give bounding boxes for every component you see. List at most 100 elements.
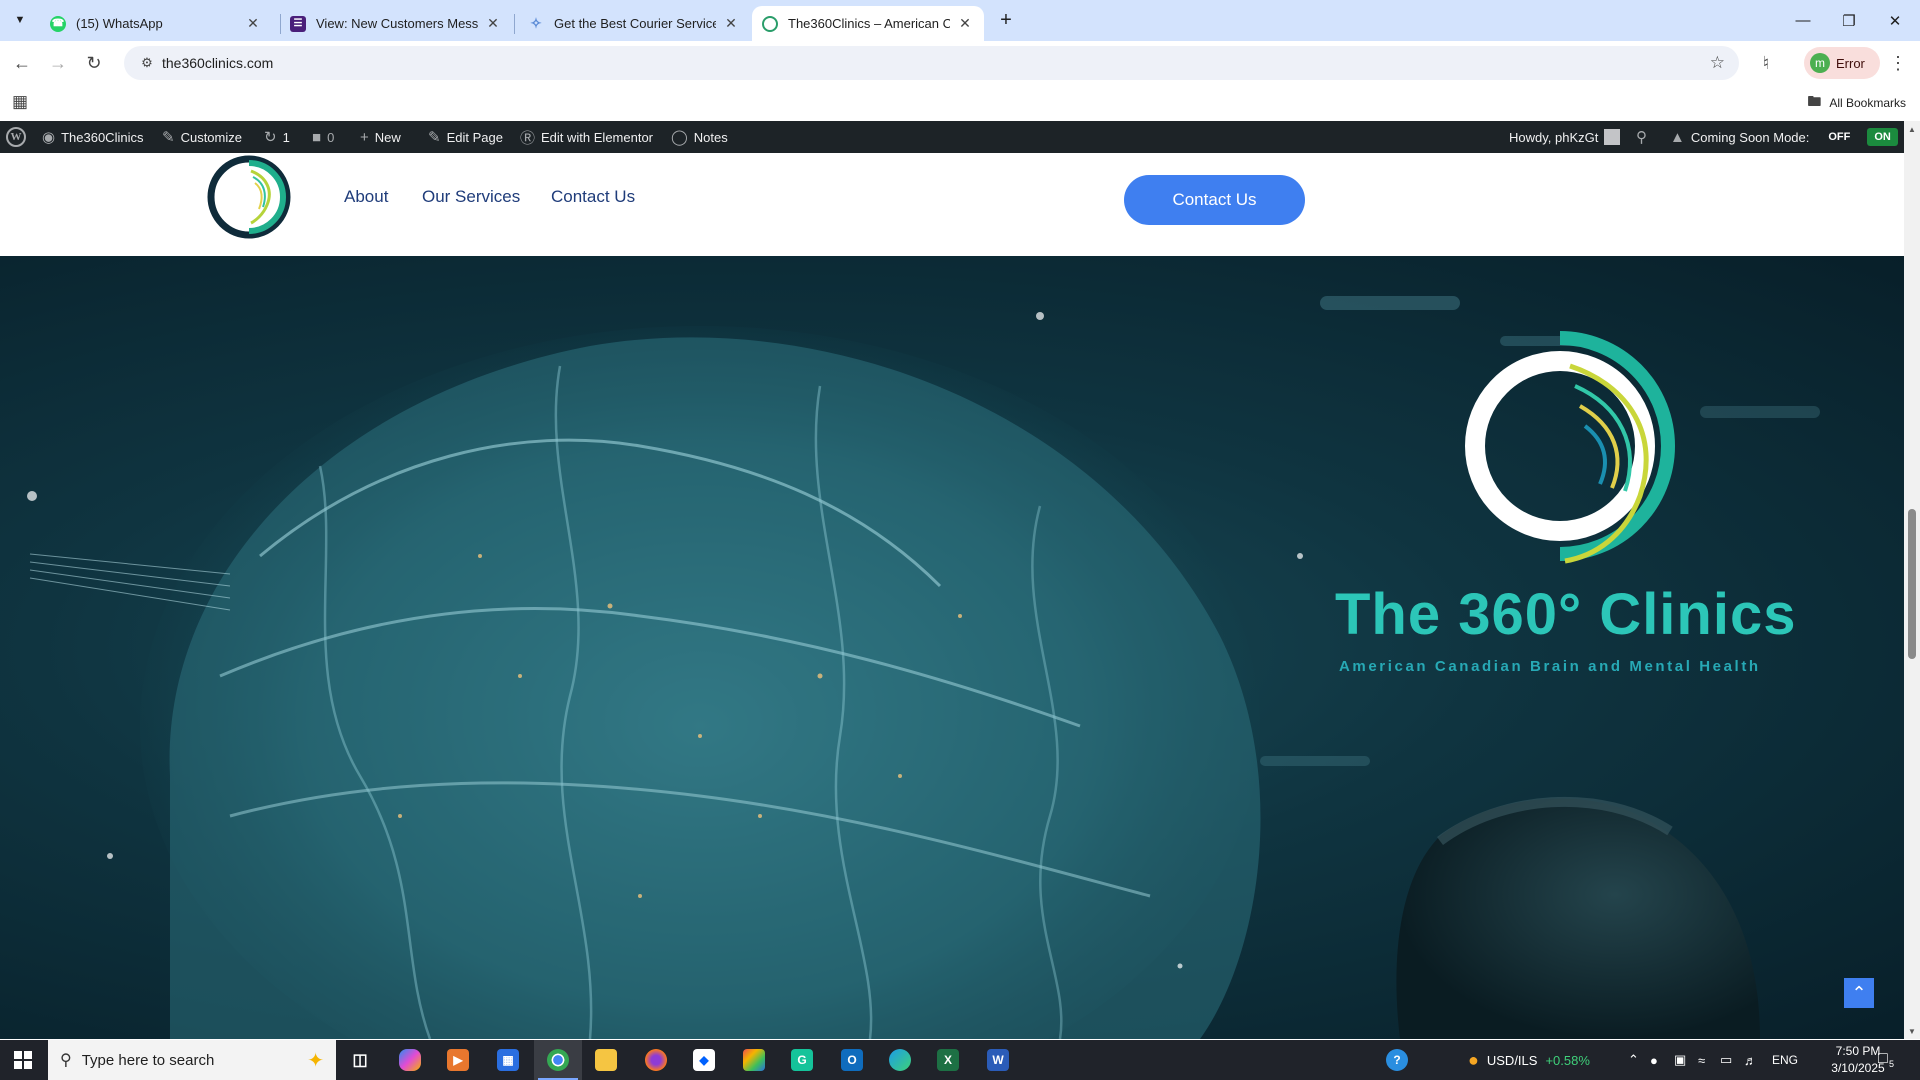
meet-now-icon[interactable]: ▣ (1674, 1040, 1686, 1080)
taskbar-grammarly[interactable]: G (778, 1040, 826, 1080)
forward-arrow-icon[interactable]: → (44, 49, 72, 77)
language-indicator[interactable]: ENG (1772, 1040, 1798, 1080)
volume-icon[interactable]: ♬ (1744, 1040, 1757, 1080)
wp-customize-link[interactable]: ✎ Customize (162, 121, 242, 153)
bookmark-star-icon[interactable]: ☆ (1710, 53, 1725, 73)
taskbar-photos[interactable] (730, 1040, 778, 1080)
wp-updates-link[interactable]: ↻ 1 (264, 121, 290, 153)
extensions-puzzle-icon[interactable]: ♮ (1752, 49, 1780, 77)
wp-admin-bar: W ◉ The360Clinics ✎ Customize ↻ 1 ■ 0 + … (0, 121, 1904, 153)
chrome-icon (547, 1049, 569, 1071)
tab-whatsapp[interactable]: ☎ (15) WhatsApp ✕ (40, 6, 272, 41)
plus-icon: + (360, 128, 369, 146)
coming-soon-on[interactable]: ON (1867, 128, 1898, 146)
task-view-button[interactable]: ◫ (336, 1040, 384, 1080)
currency-ticker-widget[interactable]: ● USD/ILS +0.58% (1468, 1040, 1590, 1080)
wp-site-name-link[interactable]: ◉ The360Clinics (42, 121, 143, 153)
apps-grid-icon[interactable]: ▦ (12, 92, 30, 111)
close-tab-icon[interactable]: ✕ (484, 15, 502, 33)
the360clinics-favicon (762, 15, 778, 32)
close-tab-icon[interactable]: ✕ (956, 15, 974, 33)
taskbar-media-player[interactable]: ▶ (434, 1040, 482, 1080)
wifi-icon[interactable]: ≈ (1698, 1040, 1705, 1080)
wp-logo-button[interactable]: W (6, 121, 26, 153)
scroll-down-arrow-icon[interactable]: ▼ (1904, 1023, 1920, 1039)
minimize-icon[interactable]: — (1780, 0, 1826, 41)
notification-center-button[interactable]: □ 5 (1878, 1050, 1894, 1069)
nav-our-services[interactable]: Our Services (422, 187, 520, 207)
restore-icon[interactable]: ❐ (1826, 0, 1872, 41)
coming-soon-toggle[interactable]: ▲ Coming Soon Mode: OFF ON (1670, 121, 1898, 153)
dashboard-gauge-icon: ◉ (42, 129, 56, 146)
taskbar-word[interactable]: W (974, 1040, 1022, 1080)
pencil-icon: ✎ (428, 129, 441, 146)
reload-icon[interactable]: ↻ (80, 49, 108, 77)
tab-customers-message[interactable]: ☰ View: New Customers Message ✕ (280, 6, 512, 41)
taskbar-outlook[interactable]: O (828, 1040, 876, 1080)
wp-search-button[interactable]: ⚲ (1636, 121, 1647, 153)
wp-edit-elementor-link[interactable]: Ⓡ Edit with Elementor (520, 121, 653, 153)
taskbar-chrome[interactable] (534, 1040, 582, 1080)
close-tab-icon[interactable]: ✕ (722, 15, 740, 33)
taskbar-edge[interactable] (876, 1040, 924, 1080)
taskbar-firefox[interactable] (632, 1040, 680, 1080)
profile-error-button[interactable]: m Error (1804, 47, 1880, 79)
scroll-to-top-button[interactable]: ⌃ (1844, 978, 1874, 1008)
hero-title: The 360° Clinics (1335, 582, 1797, 647)
tab-title: View: New Customers Message (316, 16, 478, 31)
url-text[interactable]: the360clinics.com (162, 55, 273, 71)
tab-courier-service[interactable]: ✧ Get the Best Courier Service in ✕ (518, 6, 750, 41)
close-window-icon[interactable]: ✕ (1872, 0, 1918, 41)
address-bar[interactable]: ⚙ the360clinics.com ☆ (124, 46, 1739, 80)
taskbar-copilot[interactable] (386, 1040, 434, 1080)
help-button[interactable]: ? (1386, 1040, 1408, 1080)
site-header: About Our Services Contact Us Contact Us (0, 153, 1904, 256)
nav-about[interactable]: About (344, 187, 388, 207)
wp-site-name: The360Clinics (61, 129, 144, 145)
tab-search-chevron-icon[interactable]: ▼ (8, 8, 32, 32)
contact-us-button[interactable]: Contact Us (1124, 175, 1305, 225)
all-bookmarks-button[interactable]: 🖿 All Bookmarks (1807, 91, 1906, 115)
scroll-up-arrow-icon[interactable]: ▲ (1904, 121, 1920, 137)
battery-icon[interactable]: ▭ (1720, 1040, 1732, 1080)
scrollbar-thumb[interactable] (1908, 509, 1916, 659)
new-tab-plus-icon[interactable]: + (994, 8, 1018, 32)
back-arrow-icon[interactable]: ← (8, 49, 36, 77)
wp-account-menu[interactable]: Howdy, phKzGt (1509, 121, 1621, 153)
taskbar-file-explorer[interactable] (582, 1040, 630, 1080)
page-scrollbar[interactable]: ▲ ▼ (1904, 121, 1920, 1039)
notification-icon: □ (1878, 1050, 1888, 1067)
notification-count: 5 (1889, 1059, 1895, 1069)
taskbar-search-box[interactable]: ⚲ Type here to search ✦ (48, 1040, 336, 1080)
wordpress-logo-icon: W (6, 127, 26, 147)
tray-overflow-chevron-icon[interactable]: ⌃ (1628, 1040, 1639, 1080)
wp-comments-link[interactable]: ■ 0 (312, 121, 334, 153)
taskbar-excel[interactable]: X (924, 1040, 972, 1080)
start-button[interactable] (0, 1040, 46, 1080)
store-bag-icon: ▦ (497, 1049, 519, 1071)
coming-soon-off[interactable]: OFF (1821, 128, 1857, 146)
kebab-menu-icon[interactable]: ⋮ (1884, 49, 1912, 77)
close-tab-icon[interactable]: ✕ (244, 15, 262, 33)
whatsapp-icon: ☎ (50, 15, 66, 32)
elementor-icon: Ⓡ (520, 129, 536, 147)
wp-edit-page-link[interactable]: ✎ Edit Page (428, 121, 503, 153)
the360clinics-logo[interactable] (207, 155, 291, 239)
profile-status-label: Error (1836, 55, 1865, 71)
photos-icon (743, 1049, 765, 1071)
chrome-tray-icon[interactable]: ● (1650, 1040, 1658, 1080)
updates-refresh-icon: ↻ (264, 129, 277, 146)
wp-notes-link[interactable]: ◯ Notes (671, 121, 728, 153)
site-settings-icon[interactable]: ⚙ (132, 55, 162, 71)
currency-coins-icon: ● (1468, 1049, 1479, 1070)
wp-new-link[interactable]: + New (360, 121, 401, 153)
nav-contact-us[interactable]: Contact Us (551, 187, 635, 207)
search-icon: ⚲ (1636, 129, 1647, 146)
word-icon: W (987, 1049, 1009, 1071)
search-icon: ⚲ (60, 1052, 72, 1069)
taskbar-dropbox[interactable]: ◆ (680, 1040, 728, 1080)
tab-the360clinics[interactable]: The360Clinics – American Cana ✕ (752, 6, 984, 41)
taskbar-store[interactable]: ▦ (484, 1040, 532, 1080)
rocket-icon: ▲ (1670, 128, 1685, 146)
wp-customize-label: Customize (180, 129, 242, 145)
